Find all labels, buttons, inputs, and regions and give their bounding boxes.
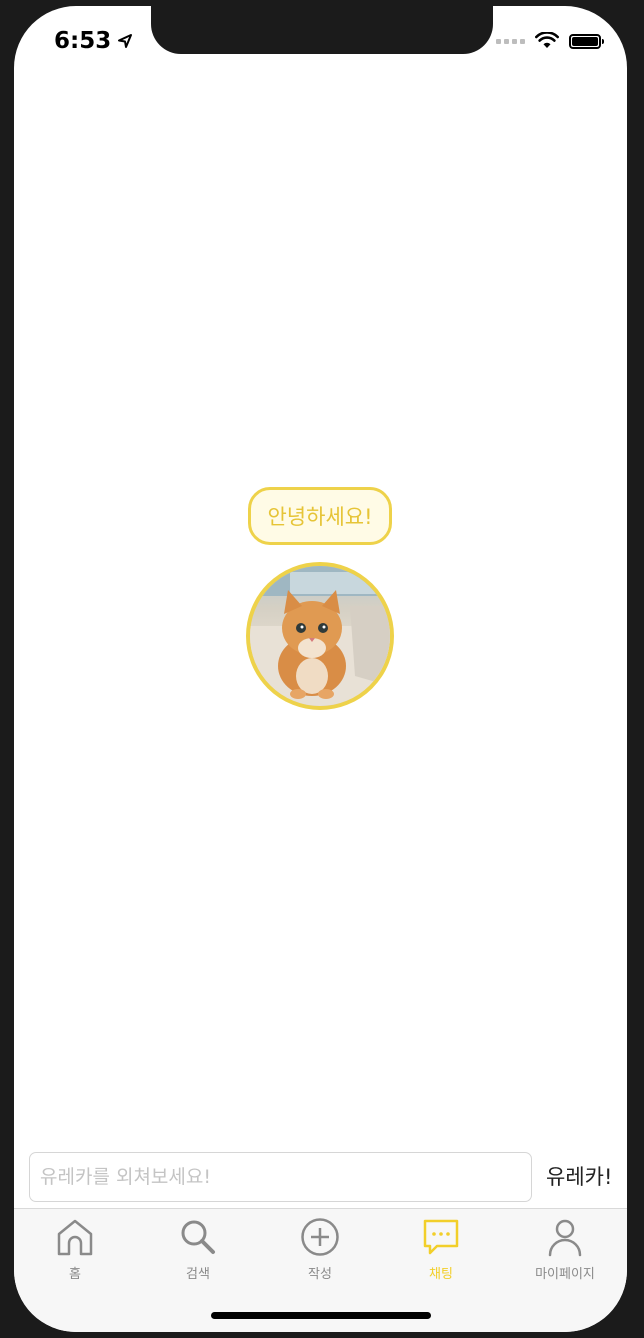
chat-bubble-icon bbox=[423, 1219, 459, 1255]
message-input[interactable] bbox=[29, 1152, 532, 1202]
status-time: 6:53 bbox=[54, 28, 133, 54]
battery-icon bbox=[569, 33, 604, 49]
tab-home[interactable]: 홈 bbox=[25, 1217, 125, 1285]
kitten-photo bbox=[250, 566, 390, 706]
tab-chat[interactable]: 채팅 bbox=[391, 1217, 491, 1285]
cellular-signal-icon bbox=[496, 38, 525, 44]
wifi-icon bbox=[535, 32, 559, 48]
cat-avatar[interactable] bbox=[246, 562, 394, 710]
tab-mypage[interactable]: 마이페이지 bbox=[515, 1217, 615, 1285]
tab-search[interactable]: 검색 bbox=[148, 1217, 248, 1285]
status-icons bbox=[496, 32, 604, 50]
tab-search-label: 검색 bbox=[186, 1267, 210, 1282]
composer: 유레카! bbox=[29, 1152, 619, 1202]
plus-circle-icon bbox=[301, 1218, 339, 1256]
phone-screen: 6:53 안녕하세요! 유레카를 외쳐보세요! 유레카! 홈 검색 작성 채팅 … bbox=[14, 6, 627, 1332]
status-time-text: 6:53 bbox=[54, 28, 112, 54]
send-button[interactable]: 유레카! bbox=[546, 1161, 612, 1191]
search-icon bbox=[181, 1220, 215, 1254]
home-icon bbox=[57, 1219, 93, 1256]
tab-mypage-label: 마이페이지 bbox=[535, 1267, 595, 1282]
device-notch bbox=[151, 6, 493, 54]
chat-message-bubble: 안녕하세요! bbox=[248, 487, 392, 545]
chat-message-text: 안녕하세요! bbox=[267, 505, 373, 529]
tab-home-label: 홈 bbox=[69, 1267, 81, 1282]
tab-write[interactable]: 작성 bbox=[270, 1217, 370, 1285]
tab-chat-label: 채팅 bbox=[429, 1267, 453, 1282]
person-icon bbox=[548, 1219, 582, 1257]
tab-write-label: 작성 bbox=[308, 1267, 332, 1282]
location-arrow-icon bbox=[118, 34, 133, 48]
home-indicator bbox=[211, 1312, 431, 1319]
